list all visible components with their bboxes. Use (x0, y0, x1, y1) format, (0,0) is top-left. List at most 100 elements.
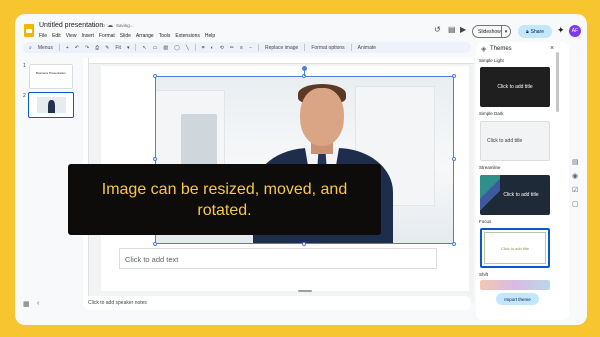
menu-insert[interactable]: Insert (81, 33, 94, 39)
share-button[interactable]: 🔒︎ Share (518, 25, 552, 38)
slide-thumbnail-2[interactable] (28, 92, 74, 118)
theme-simple-light[interactable]: Click to add title (480, 67, 550, 107)
theme-name: Shift (479, 272, 489, 277)
menu-bar: File Edit View Insert Format Slide Arran… (39, 33, 215, 39)
panel-scrollbar[interactable] (556, 52, 559, 112)
tasks-icon[interactable]: ☑ (572, 186, 578, 194)
menu-tools[interactable]: Tools (159, 33, 171, 39)
animate-button[interactable]: Animate (358, 45, 376, 51)
menu-edit[interactable]: Edit (52, 33, 61, 39)
rotate-handle[interactable] (302, 66, 307, 71)
slide-thumbnail-1[interactable]: Business Presentation (29, 64, 73, 89)
theme-streamline[interactable]: Click to add title (480, 175, 550, 215)
slideshow-button[interactable]: Slideshow ▾ (472, 25, 511, 38)
theme-name: Simple Dark (479, 111, 504, 116)
search-menus[interactable]: Menus (38, 45, 53, 51)
divider (135, 44, 137, 51)
theme-name: Simple Light (479, 58, 504, 63)
chevron-down-icon[interactable]: ▾ (127, 45, 130, 51)
theme-card-text: Click to add title (487, 138, 523, 144)
themes-title: Themes (490, 46, 512, 52)
close-icon[interactable]: × (550, 45, 554, 52)
resize-handle-top-left[interactable] (153, 74, 157, 78)
redo-icon[interactable]: ↷ (85, 45, 89, 51)
import-theme-button[interactable]: Import theme (496, 293, 539, 305)
menu-view[interactable]: View (66, 33, 77, 39)
share-label: Share (530, 28, 544, 35)
toolbar: ⌕ Menus + ↶ ↷ ⎙ ✎ Fit ▾ ↖ ▭ ▨ ◯ ╲ ⌗ ◐ ⟲ … (23, 42, 471, 53)
title-icons: ☆▭☁ (92, 22, 115, 29)
folder-icon[interactable]: ▭ (99, 23, 107, 29)
grid-icon[interactable]: ▦ (23, 300, 30, 308)
menu-arrange[interactable]: Arrange (136, 33, 154, 39)
save-status: Saving... (116, 23, 134, 28)
line-icon[interactable]: ╲ (186, 45, 189, 51)
slides-logo-icon[interactable] (24, 24, 34, 37)
chevron-down-icon[interactable]: ▾ (501, 26, 510, 37)
divider (350, 44, 352, 51)
print-icon[interactable]: ⎙ (95, 45, 99, 51)
comment-icon[interactable]: ▤ (448, 25, 456, 34)
divider (58, 44, 60, 51)
history-icon[interactable]: ↺ (434, 25, 441, 34)
menu-slide[interactable]: Slide (120, 33, 131, 39)
menu-file[interactable]: File (39, 33, 47, 39)
border-weight-icon[interactable]: ≡ (240, 45, 243, 51)
slide-number: 1 (23, 63, 26, 69)
slide-number: 2 (23, 93, 26, 99)
sparkle-icon[interactable]: ✦ (557, 25, 565, 36)
reset-image-icon[interactable]: ⟲ (220, 45, 224, 51)
app-window: Untitled presentation ☆▭☁ Saving... File… (15, 14, 587, 325)
contacts-icon[interactable]: ▢ (572, 200, 579, 208)
keep-icon[interactable]: ◉ (572, 172, 578, 180)
search-icon[interactable]: ⌕ (29, 45, 32, 51)
menu-extensions[interactable]: Extensions (175, 33, 199, 39)
zoom-select[interactable]: Fit (115, 45, 121, 51)
text-placeholder[interactable]: Click to add text (119, 248, 437, 269)
rotation-stem (304, 71, 305, 76)
border-color-icon[interactable]: ✏ (230, 45, 234, 51)
resize-handle-bottom-left[interactable] (153, 242, 157, 246)
divider (194, 44, 196, 51)
theme-name: Focus (479, 219, 492, 224)
theme-simple-dark[interactable]: Click to add title (480, 121, 550, 161)
theme-card-text: Click to add title (497, 84, 533, 90)
mask-icon[interactable]: ◐ (211, 45, 214, 51)
resize-handle-right[interactable] (452, 157, 456, 161)
tutorial-caption: Image can be resized, moved, and rotated… (68, 164, 381, 235)
menu-help[interactable]: Help (205, 33, 215, 39)
theme-shift[interactable] (480, 280, 550, 290)
thumb-image (37, 97, 66, 113)
text-box-icon[interactable]: ▭ (153, 45, 158, 51)
notes-resize-handle[interactable] (298, 290, 312, 292)
undo-icon[interactable]: ↶ (75, 45, 79, 51)
shape-icon[interactable]: ◯ (174, 45, 180, 51)
border-dash-icon[interactable]: ┄ (249, 45, 252, 51)
theme-focus[interactable]: Click to add title (480, 228, 550, 268)
theme-card-text: Click to add title (503, 192, 539, 198)
video-icon[interactable]: ▶ (460, 25, 466, 34)
thumb-title: Business Presentation (36, 71, 66, 75)
replace-image-button[interactable]: Replace image (265, 45, 298, 51)
speaker-notes[interactable]: Click to add speaker notes (83, 296, 471, 310)
resize-handle-left[interactable] (153, 157, 157, 161)
theme-name: Streamline (479, 165, 501, 170)
resize-handle-top-right[interactable] (452, 74, 456, 78)
paint-format-icon[interactable]: ✎ (105, 45, 109, 51)
resize-handle-bottom-right[interactable] (452, 242, 456, 246)
theme-card-text: Click to add title (500, 245, 530, 251)
cloud-icon[interactable]: ☁ (107, 23, 115, 29)
calendar-icon[interactable]: ▤ (572, 158, 579, 166)
horizontal-ruler (83, 58, 474, 64)
collapse-icon[interactable]: ‹ (37, 300, 39, 307)
image-icon[interactable]: ▨ (163, 45, 168, 51)
add-icon[interactable]: + (66, 45, 69, 51)
crop-icon[interactable]: ⌗ (202, 45, 205, 51)
select-icon[interactable]: ↖ (142, 45, 146, 51)
slideshow-label: Slideshow (478, 28, 501, 35)
menu-format[interactable]: Format (99, 33, 115, 39)
themes-icon: ◈ (481, 46, 487, 53)
format-options-button[interactable]: Format options (311, 45, 344, 51)
resize-handle-bottom[interactable] (302, 242, 306, 246)
avatar[interactable]: AF (569, 25, 581, 37)
